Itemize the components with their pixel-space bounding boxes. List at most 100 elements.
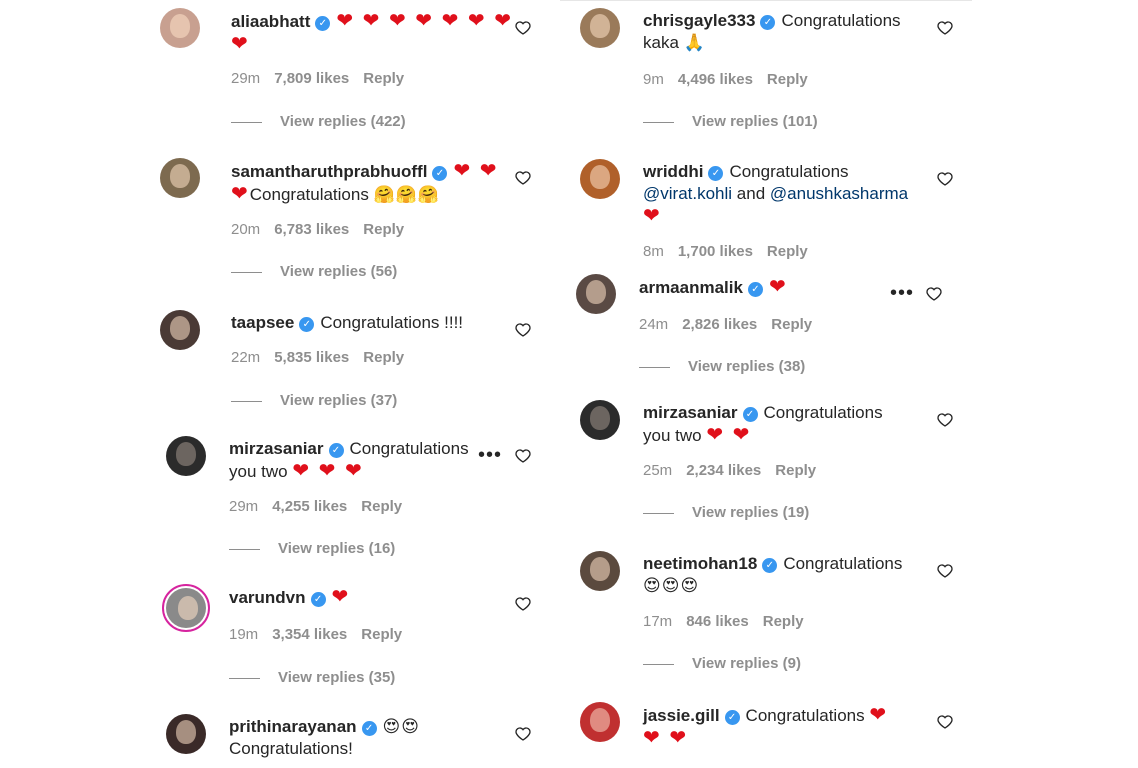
comment-text: samantharuthprabhuoffl ✓ ❤ ❤ ❤Congratulati… [231,160,521,206]
like-heart-icon[interactable] [937,20,957,40]
username[interactable]: varundvn [229,588,306,607]
likes-count[interactable]: 2,234 likes [686,462,761,479]
comment-meta: 22m 5,835 likes Reply [231,349,418,366]
username[interactable]: taapsee [231,313,294,332]
reply-button[interactable]: Reply [361,498,402,515]
comment-meta: 19m 3,354 likes Reply [229,626,416,643]
mention-link[interactable]: @anushkasharma [770,184,908,203]
username[interactable]: chrisgayle333 [643,11,755,30]
like-heart-icon[interactable] [937,171,957,191]
verified-badge-icon: ✓ [724,710,740,725]
more-options-icon[interactable]: ••• [478,444,502,467]
avatar[interactable] [580,8,620,48]
reply-button[interactable]: Reply [771,316,812,333]
comment-text: taapsee ✓ Congratulations !!!! [231,312,521,334]
like-heart-icon[interactable] [515,170,535,190]
reply-button[interactable]: Reply [763,613,804,630]
view-replies-button[interactable]: View replies (56) [231,263,397,280]
reply-button[interactable]: Reply [363,221,404,238]
avatar[interactable] [160,8,200,48]
verified-badge-icon: ✓ [760,15,776,30]
top-divider [560,0,972,4]
avatar[interactable] [580,551,620,591]
avatar[interactable] [580,159,620,199]
comment-text: aliaabhatt ✓ ❤ ❤ ❤ ❤ ❤ ❤ ❤ ❤ [231,10,521,56]
comment-time: 29m [231,70,261,87]
comment-body: Congratulations !!!! [320,313,464,332]
avatar[interactable] [160,310,200,350]
like-heart-icon[interactable] [937,412,957,432]
username[interactable]: aliaabhatt [231,12,310,31]
like-heart-icon[interactable] [515,726,535,746]
likes-count[interactable]: 5,835 likes [274,349,349,366]
username[interactable]: jassie.gill [643,706,720,725]
verified-badge-icon: ✓ [299,317,315,332]
view-replies-button[interactable]: View replies (422) [231,113,406,130]
avatar[interactable] [580,400,620,440]
mention-link[interactable]: @virat.kohli [643,184,732,203]
like-heart-icon[interactable] [937,563,957,583]
username[interactable]: mirzasaniar [643,403,738,422]
view-replies-button[interactable]: View replies (16) [229,540,395,557]
verified-badge-icon: ✓ [432,166,448,181]
more-options-icon[interactable]: ••• [890,282,914,305]
heart-eyes-emoji: 😍😍 [382,717,420,736]
verified-badge-icon: ✓ [742,407,758,422]
likes-count[interactable]: 6,783 likes [274,221,349,238]
comment-time: 22m [231,349,261,366]
username[interactable]: mirzasaniar [229,439,324,458]
reply-button[interactable]: Reply [363,349,404,366]
comment-text: wriddhi ✓ Congratulations @virat.kohli and … [643,161,923,228]
verified-badge-icon: ✓ [310,592,326,607]
comment-meta: 29m 4,255 likes Reply [229,498,416,515]
likes-count[interactable]: 4,255 likes [272,498,347,515]
avatar-story-ring[interactable] [162,584,210,632]
username[interactable]: wriddhi [643,162,703,181]
username[interactable]: armaanmalik [639,278,743,297]
reply-button[interactable]: Reply [767,71,808,88]
comment-meta: 8m 1,700 likes Reply [643,243,822,260]
view-replies-button[interactable]: View replies (35) [229,669,395,686]
reply-button[interactable]: Reply [363,70,404,87]
like-heart-icon[interactable] [515,448,535,468]
avatar[interactable] [166,714,206,754]
view-replies-button[interactable]: View replies (37) [231,392,397,409]
comment-body: Congratulations [783,554,903,573]
comment-text: jassie.gill ✓ Congratulations ❤ ❤ ❤ [643,704,903,750]
like-heart-icon[interactable] [515,322,535,342]
comment-text: varundvn ✓ ❤ [229,586,519,609]
avatar[interactable] [160,158,200,198]
avatar[interactable] [580,702,620,742]
like-heart-icon[interactable] [926,286,946,306]
comment-text: mirzasaniar ✓ Congratulations you two ❤ ❤ … [229,438,474,483]
reply-button[interactable]: Reply [775,462,816,479]
like-heart-icon[interactable] [515,596,535,616]
view-replies-button[interactable]: View replies (101) [643,113,818,130]
comment-time: 9m [643,71,664,88]
likes-count[interactable]: 1,700 likes [678,243,753,260]
comment-body: Congratulations [729,162,849,181]
username[interactable]: samantharuthprabhuoffl [231,162,427,181]
like-heart-icon[interactable] [515,20,535,40]
view-replies-button[interactable]: View replies (38) [639,358,805,375]
likes-count[interactable]: 2,826 likes [682,316,757,333]
avatar[interactable] [166,436,206,476]
avatar[interactable] [576,274,616,314]
comment-meta: 9m 4,496 likes Reply [643,71,822,88]
username[interactable]: prithinarayanan [229,717,357,736]
verified-badge-icon: ✓ [328,443,344,458]
reply-button[interactable]: Reply [767,243,808,260]
comment-text: armaanmalik ✓ ❤ [639,276,929,299]
like-heart-icon[interactable] [937,714,957,734]
username[interactable]: neetimohan18 [643,554,757,573]
likes-count[interactable]: 4,496 likes [678,71,753,88]
likes-count[interactable]: 3,354 likes [272,626,347,643]
likes-count[interactable]: 846 likes [686,613,749,630]
comment-text: chrisgayle333 ✓ Congratulations kaka 🙏 [643,10,933,54]
comment-meta: 24m 2,826 likes Reply [639,316,826,333]
likes-count[interactable]: 7,809 likes [274,70,349,87]
view-replies-button[interactable]: View replies (9) [643,655,801,672]
view-replies-button[interactable]: View replies (19) [643,504,809,521]
reply-button[interactable]: Reply [361,626,402,643]
comment-meta: 29m 7,809 likes Reply [231,70,418,87]
